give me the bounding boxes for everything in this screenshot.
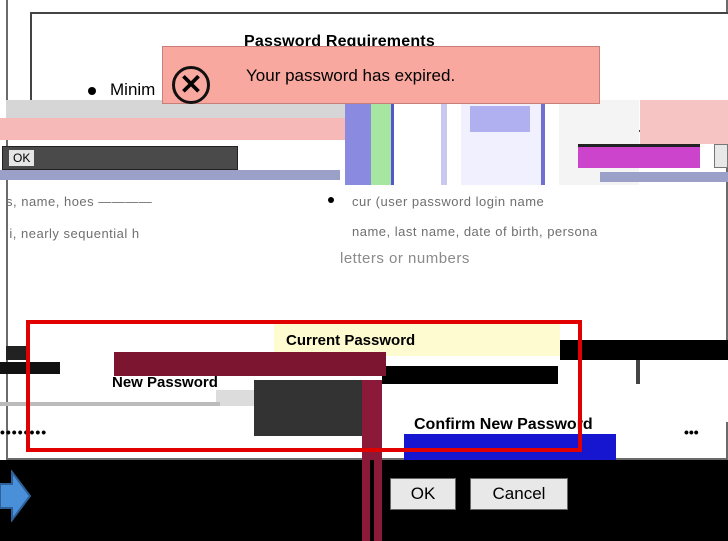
cancel-button[interactable]: Cancel: [470, 478, 568, 510]
glitch-band: [441, 100, 461, 185]
glitch-band: [714, 144, 728, 168]
glitch-band: [362, 460, 370, 541]
alert-message: Your password has expired.: [246, 66, 456, 85]
glitch-band: [371, 100, 391, 185]
glitch-band: [0, 170, 340, 180]
glitch-band: [6, 346, 26, 360]
close-circle-icon: ✕: [172, 66, 210, 104]
highlight-box: [26, 320, 582, 452]
glitch-band: [541, 100, 559, 185]
scrambled-requirement: name, last name, date of birth, persona: [352, 224, 598, 239]
glitch-band: [391, 100, 441, 185]
right-arrow-icon: [0, 470, 32, 522]
scrambled-requirement: letters or numbers: [340, 250, 470, 267]
glitch-band: [578, 144, 700, 168]
glitch-band: [0, 118, 345, 140]
glitch-band: [345, 100, 371, 185]
masked-password-fragment: •••: [684, 424, 699, 440]
glitch-band: [640, 100, 728, 144]
bullet: [328, 197, 334, 203]
scrambled-requirement: cur (user password login name: [352, 194, 545, 209]
scrambled-requirement: li, nearly sequential h: [6, 226, 140, 241]
glitch-band: [470, 106, 530, 132]
glitch-band: [374, 460, 382, 541]
ok-small-button[interactable]: OK: [9, 150, 35, 166]
ok-button[interactable]: OK: [390, 478, 456, 510]
requirement-item: Minim: [110, 80, 156, 99]
scrambled-requirement: s, name, hoes ————: [6, 194, 153, 209]
bullet: [88, 87, 96, 95]
glitch-band: [560, 340, 728, 360]
glitch-band: [600, 172, 728, 182]
ok-small-bar: OK: [2, 146, 238, 170]
